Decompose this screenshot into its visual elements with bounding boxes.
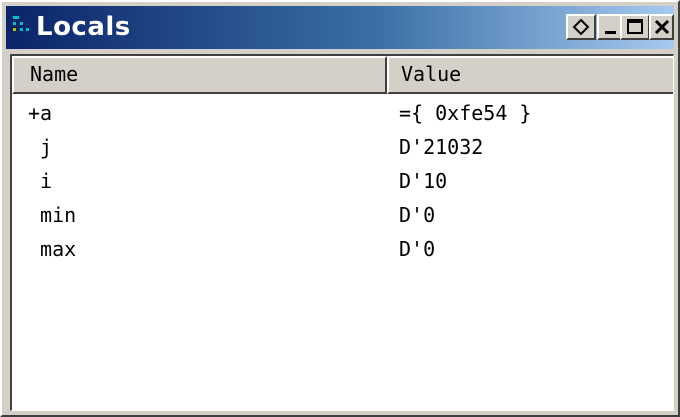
restore-diamond-button[interactable] [566, 14, 596, 40]
table-row[interactable]: max D'0 [12, 232, 672, 266]
variable-name: min [28, 203, 77, 227]
restore-diamond-icon [572, 18, 590, 36]
table-row[interactable]: min D'0 [12, 198, 672, 232]
window-title: Locals [36, 12, 131, 42]
variable-name: max [28, 237, 77, 261]
variable-name: i [28, 169, 53, 193]
locals-list[interactable]: Name Value +a ={ 0xfe54 } j D'21032 i D'… [10, 54, 674, 411]
locals-window-icon [13, 16, 29, 31]
column-header-row: Name Value [12, 56, 673, 94]
maximize-button[interactable] [620, 14, 650, 40]
variable-value: D'0 [399, 237, 436, 261]
variable-name: j [28, 135, 53, 159]
close-icon [654, 19, 670, 35]
table-row[interactable]: +a ={ 0xfe54 } [12, 96, 672, 130]
variable-value: D'10 [399, 169, 448, 193]
variable-name: +a [28, 101, 53, 125]
variable-value: ={ 0xfe54 } [399, 101, 532, 125]
maximize-icon [627, 19, 643, 34]
table-row[interactable]: j D'21032 [12, 130, 672, 164]
title-bar[interactable]: Locals [6, 6, 674, 49]
rows-container: +a ={ 0xfe54 } j D'21032 i D'10 min D'0 … [12, 96, 672, 266]
variable-value: D'21032 [399, 135, 484, 159]
locals-window: Locals Name Value +a ={0xfe54} j D'210… [0, 0, 680, 417]
variable-value: D'0 [399, 203, 436, 227]
table-row[interactable]: i D'10 [12, 164, 672, 198]
close-button[interactable] [649, 14, 674, 40]
column-header-name[interactable]: Name [12, 56, 387, 94]
column-header-value[interactable]: Value [387, 56, 673, 94]
